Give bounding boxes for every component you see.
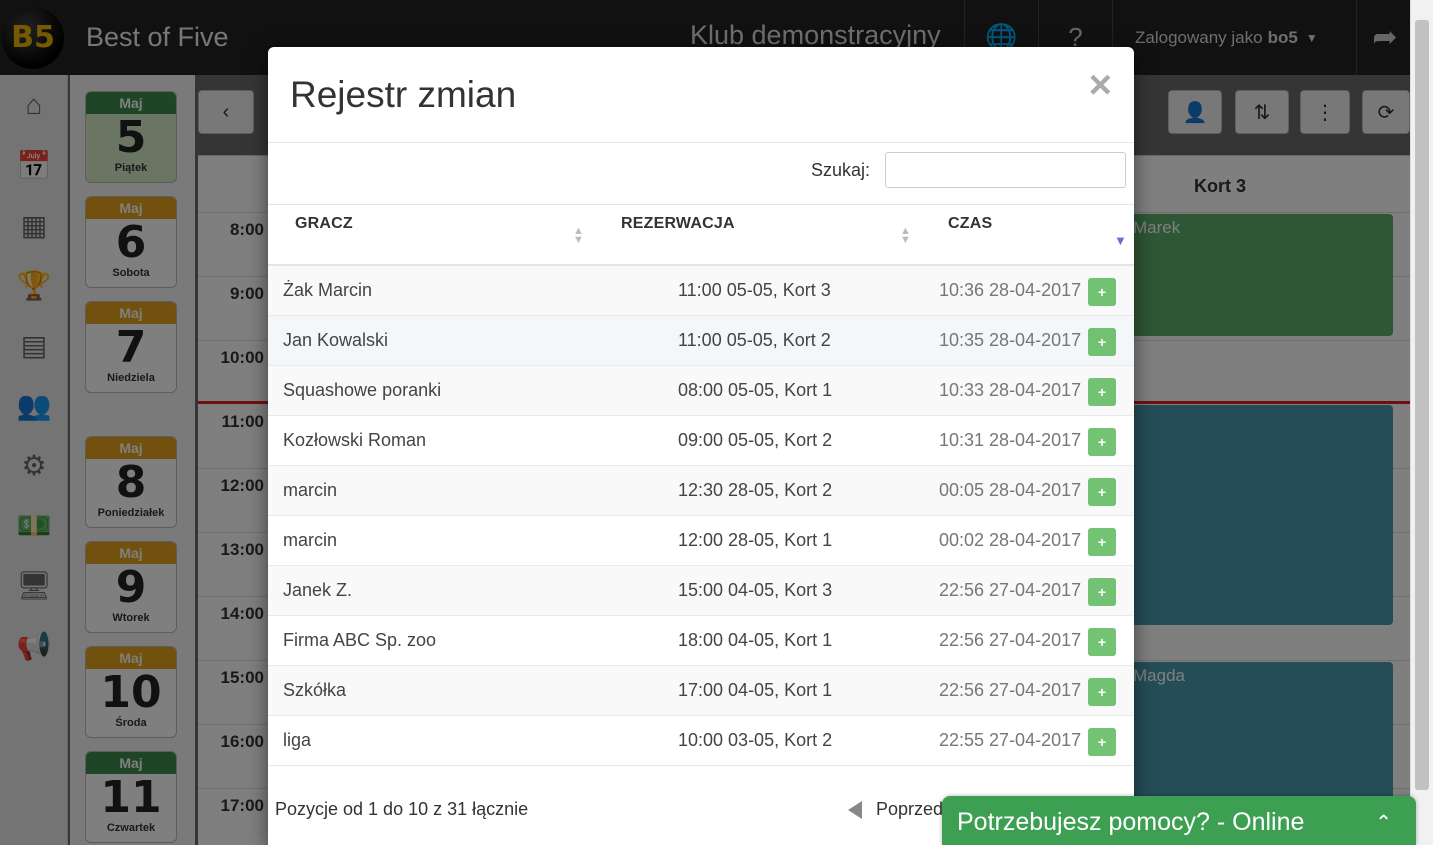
table-row[interactable]: Firma ABC Sp. zoo 18:00 04-05, Kort 1 22… xyxy=(268,616,1134,666)
search-row: Szukaj: xyxy=(268,143,1134,205)
scrollbar-thumb[interactable] xyxy=(1415,20,1429,790)
expand-plus-button[interactable]: + xyxy=(1088,528,1116,556)
table-row[interactable]: Żak Marcin 11:00 05-05, Kort 3 10:36 28-… xyxy=(268,266,1134,316)
cell-time: 22:55 27-04-2017 xyxy=(939,730,1082,750)
expand-plus-button[interactable]: + xyxy=(1088,278,1116,306)
sort-both-icon[interactable]: ▲ ▼ xyxy=(900,226,911,246)
table-header: GRACZ ▲ ▼ REZERWACJA ▲ ▼ CZAS ▼ xyxy=(268,205,1134,266)
expand-plus-button[interactable]: + xyxy=(1088,478,1116,506)
cell-player: Szkółka xyxy=(283,680,347,700)
cell-reservation: 17:00 04-05, Kort 1 xyxy=(678,680,833,700)
close-icon[interactable]: × xyxy=(1089,65,1112,105)
previous-page-button[interactable]: Poprzed xyxy=(848,799,943,820)
previous-page-label: Poprzed xyxy=(876,799,944,819)
search-label: Szukaj: xyxy=(811,160,871,180)
cell-reservation: 09:00 05-05, Kort 2 xyxy=(678,430,833,450)
sort-both-icon[interactable]: ▲ ▼ xyxy=(573,226,584,246)
modal-title: Rejestr zmian xyxy=(290,74,517,115)
expand-plus-button[interactable]: + xyxy=(1088,728,1116,756)
cell-reservation: 10:00 03-05, Kort 2 xyxy=(678,730,833,750)
table-row[interactable]: Jan Kowalski 11:00 05-05, Kort 2 10:35 2… xyxy=(268,316,1134,366)
cell-time: 00:02 28-04-2017 xyxy=(939,530,1082,550)
cell-reservation: 18:00 04-05, Kort 1 xyxy=(678,630,833,650)
cell-reservation: 12:30 28-05, Kort 2 xyxy=(678,480,833,500)
help-chat-label: Potrzebujesz pomocy? - Online xyxy=(957,808,1305,836)
table-row[interactable]: liga 10:00 03-05, Kort 2 22:55 27-04-201… xyxy=(268,716,1134,766)
change-log-modal: Rejestr zmian × Szukaj: GRACZ ▲ ▼ REZERWA… xyxy=(268,47,1134,845)
page-scrollbar[interactable] xyxy=(1410,0,1433,845)
expand-plus-button[interactable]: + xyxy=(1088,628,1116,656)
cell-time: 00:05 28-04-2017 xyxy=(939,480,1082,500)
cell-time: 22:56 27-04-2017 xyxy=(939,580,1082,600)
cell-player: liga xyxy=(283,730,312,750)
table-row[interactable]: marcin 12:30 28-05, Kort 2 00:05 28-04-2… xyxy=(268,466,1134,516)
help-chat-widget[interactable]: Potrzebujesz pomocy? - Online ⌃ xyxy=(942,796,1416,845)
pagination-info: Pozycje od 1 do 10 z 31 łącznie xyxy=(275,799,529,819)
sort-desc-icon[interactable]: ▼ xyxy=(1114,233,1127,248)
table-row[interactable]: marcin 12:00 28-05, Kort 1 00:02 28-04-2… xyxy=(268,516,1134,566)
expand-plus-button[interactable]: + xyxy=(1088,428,1116,456)
cell-player: marcin xyxy=(283,480,338,500)
cell-player: Firma ABC Sp. zoo xyxy=(283,630,437,650)
column-header-reservation[interactable]: REZERWACJA xyxy=(621,215,735,233)
cell-time: 10:36 28-04-2017 xyxy=(939,280,1082,300)
expand-plus-button[interactable]: + xyxy=(1088,678,1116,706)
table-row[interactable]: Squashowe poranki 08:00 05-05, Kort 1 10… xyxy=(268,366,1134,416)
cell-reservation: 15:00 04-05, Kort 3 xyxy=(678,580,833,600)
column-header-player[interactable]: GRACZ xyxy=(295,215,353,233)
expand-plus-button[interactable]: + xyxy=(1088,328,1116,356)
cell-time: 10:31 28-04-2017 xyxy=(939,430,1082,450)
cell-time: 10:35 28-04-2017 xyxy=(939,330,1082,350)
table-body: Żak Marcin 11:00 05-05, Kort 3 10:36 28-… xyxy=(268,266,1134,766)
cell-player: Kozłowski Roman xyxy=(283,430,427,450)
table-row[interactable]: Janek Z. 15:00 04-05, Kort 3 22:56 27-04… xyxy=(268,566,1134,616)
expand-plus-button[interactable]: + xyxy=(1088,378,1116,406)
search-input[interactable] xyxy=(885,152,1126,188)
cell-time: 22:56 27-04-2017 xyxy=(939,630,1082,650)
table-row[interactable]: Szkółka 17:00 04-05, Kort 1 22:56 27-04-… xyxy=(268,666,1134,716)
cell-reservation: 12:00 28-05, Kort 1 xyxy=(678,530,833,550)
chevron-up-icon[interactable]: ⌃ xyxy=(1375,810,1392,835)
cell-reservation: 11:00 05-05, Kort 3 xyxy=(678,280,831,300)
cell-player: Squashowe poranki xyxy=(283,380,442,400)
cell-reservation: 08:00 05-05, Kort 1 xyxy=(678,380,833,400)
cell-time: 10:33 28-04-2017 xyxy=(939,380,1082,400)
table-row[interactable]: Kozłowski Roman 09:00 05-05, Kort 2 10:3… xyxy=(268,416,1134,466)
cell-player: Janek Z. xyxy=(283,580,353,600)
cell-time: 22:56 27-04-2017 xyxy=(939,680,1082,700)
cell-player: Żak Marcin xyxy=(283,280,373,300)
cell-player: marcin xyxy=(283,530,338,550)
modal-header: Rejestr zmian × xyxy=(268,47,1134,143)
column-header-time[interactable]: CZAS xyxy=(948,215,992,233)
cell-reservation: 11:00 05-05, Kort 2 xyxy=(678,330,831,350)
arrow-left-icon xyxy=(848,801,862,820)
expand-plus-button[interactable]: + xyxy=(1088,578,1116,606)
cell-player: Jan Kowalski xyxy=(283,330,389,350)
